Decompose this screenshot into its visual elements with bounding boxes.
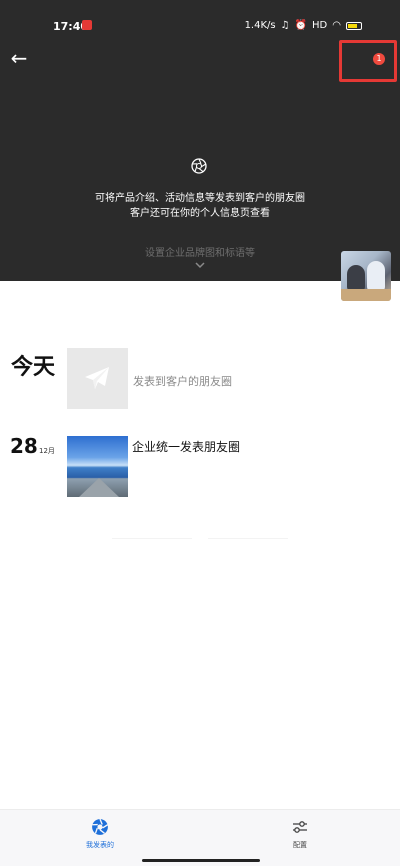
tab-settings[interactable]: 配置	[270, 818, 330, 850]
tab-my-posts-label: 我发表的	[86, 841, 114, 849]
wifi-icon: ◠	[332, 20, 341, 31]
sliders-icon	[293, 821, 307, 833]
alarm-icon: ⏰	[294, 20, 308, 31]
hero-description-line1: 可将产品介绍、活动信息等发表到客户的朋友圈	[95, 193, 305, 204]
post-thumbnail[interactable]	[67, 436, 128, 497]
net-speed: 1.4K/s	[244, 20, 276, 31]
brand-settings-link[interactable]: 设置企业品牌图和标语等	[0, 244, 400, 259]
compose-post-button[interactable]	[67, 348, 128, 409]
chevron-down-icon[interactable]	[194, 259, 206, 271]
app-notification-icon	[82, 20, 92, 30]
divider	[208, 538, 288, 539]
divider	[112, 538, 192, 539]
bottom-nav: 我发表的 配置	[0, 809, 400, 866]
paper-plane-icon	[85, 367, 109, 389]
compose-post-label[interactable]: 发表到客户的朋友圈	[133, 373, 232, 389]
notification-badge[interactable]: 1	[373, 53, 385, 65]
avatar[interactable]	[341, 251, 391, 301]
notification-highlight[interactable]	[339, 40, 397, 82]
post-title[interactable]: 企业统一发表朋友圈	[132, 438, 240, 455]
tab-settings-label: 配置	[293, 841, 307, 849]
tab-my-posts[interactable]: 我发表的	[70, 818, 130, 850]
battery-icon	[346, 21, 362, 30]
shutter-icon	[191, 158, 207, 174]
today-label: 今天	[11, 355, 56, 380]
headphone-icon: ♫	[280, 20, 290, 31]
shutter-icon	[92, 818, 109, 835]
back-arrow-icon[interactable]: ←	[8, 47, 30, 69]
status-bar: 17:40 1.4K/s ♫ ⏰ HD ◠	[0, 0, 400, 40]
post-date-month: 12月	[39, 447, 55, 455]
header-banner: 17:40 1.4K/s ♫ ⏰ HD ◠ ← 1 可将产品介绍、活动信息等发表…	[0, 0, 400, 281]
status-indicators: 1.4K/s ♫ ⏰ HD ◠	[245, 20, 362, 31]
hero-description-line2: 客户还可在你的个人信息页查看	[130, 208, 270, 219]
signal-icon: HD	[312, 20, 328, 31]
home-indicator[interactable]	[142, 859, 260, 862]
post-date-day: 28	[10, 434, 38, 458]
